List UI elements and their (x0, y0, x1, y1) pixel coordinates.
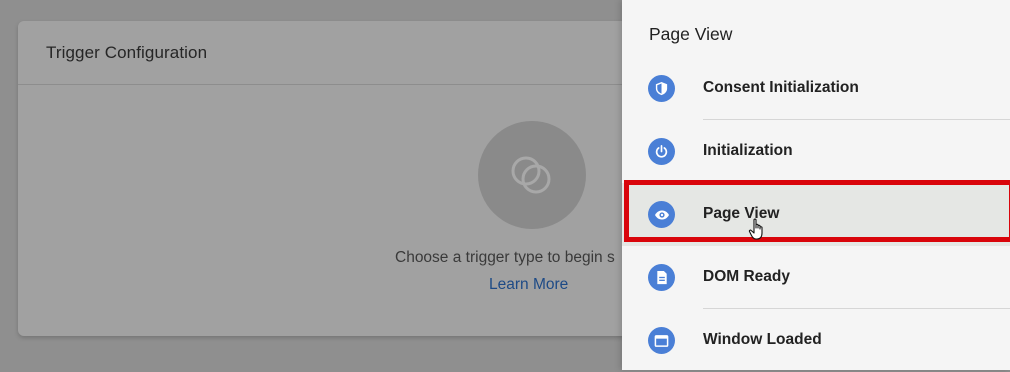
hand-cursor-icon (748, 218, 768, 247)
trigger-item-label: Consent Initialization (703, 79, 859, 96)
trigger-item-initialization[interactable]: Initialization (622, 120, 1010, 183)
card-title: Trigger Configuration (46, 43, 208, 62)
empty-hint-text: Choose a trigger type to begin s (395, 249, 615, 266)
card-divider (18, 84, 658, 85)
trigger-item-consent-initialization[interactable]: Consent Initialization (622, 57, 1010, 120)
trigger-item-label: Window Loaded (703, 331, 822, 348)
shield-icon (648, 75, 675, 102)
window-icon (648, 327, 675, 354)
power-icon (648, 138, 675, 165)
drawer-title: Page View (649, 24, 733, 44)
learn-more-link[interactable]: Learn More (489, 276, 568, 294)
document-icon (648, 264, 675, 291)
trigger-item-label: DOM Ready (703, 268, 790, 285)
trigger-item-window-loaded[interactable]: Window Loaded (622, 309, 1010, 372)
trigger-placeholder-icon[interactable] (478, 121, 586, 229)
trigger-item-dom-ready[interactable]: DOM Ready (622, 246, 1010, 309)
trigger-item-label: Initialization (703, 142, 793, 159)
selection-highlight-box (624, 180, 1010, 242)
trigger-configuration-card[interactable]: Trigger Configuration Choose a trigger t… (18, 21, 658, 336)
